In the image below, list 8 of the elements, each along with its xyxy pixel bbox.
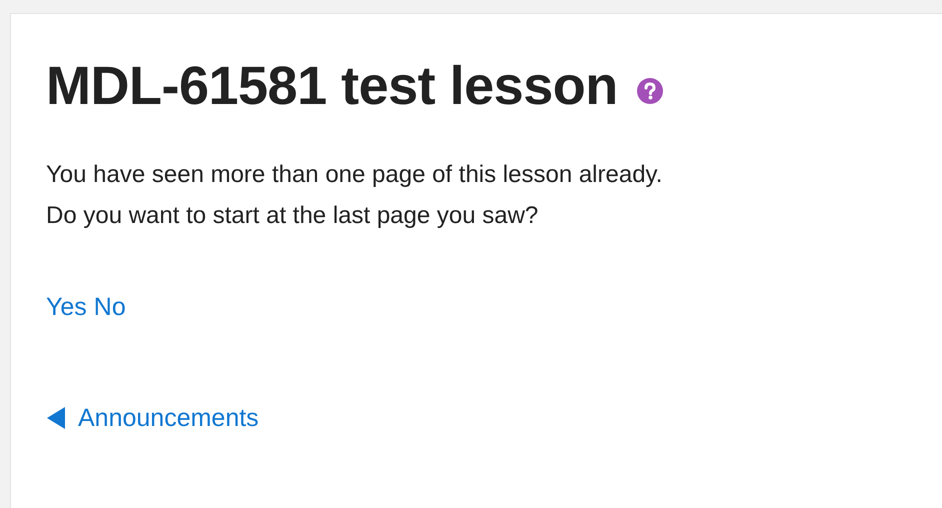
choice-link[interactable]: No	[94, 290, 126, 324]
page-title: MDL-61581 test lesson	[46, 55, 618, 118]
left-triangle-icon	[46, 406, 66, 430]
message-text: You have seen more than one page of this lesson already.	[46, 160, 662, 190]
message-text: Do you want to start at the last page you saw?	[46, 201, 538, 231]
previous-activity-link[interactable]: Announcements	[78, 401, 259, 435]
help-icon[interactable]	[636, 77, 664, 105]
choice-link[interactable]: Yes	[46, 290, 87, 324]
